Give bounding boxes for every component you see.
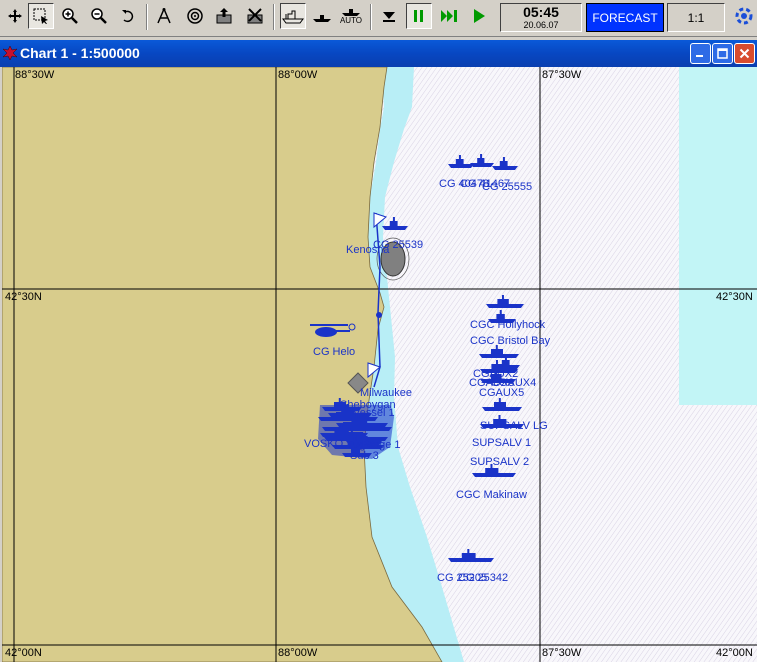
unit-label[interactable]: Sub 3 xyxy=(350,450,379,462)
unit-label[interactable]: CGAUX5 xyxy=(479,387,524,399)
unit-label[interactable]: CG 25555 xyxy=(482,181,532,193)
app-icon xyxy=(2,45,18,61)
target-icon[interactable] xyxy=(182,3,208,29)
scale-button[interactable]: 1:1 xyxy=(667,3,725,32)
ship-course-icon[interactable] xyxy=(309,3,335,29)
ship-icon[interactable] xyxy=(492,157,518,170)
lon-label-88-00-top: 88°00W xyxy=(278,69,318,81)
ship-icon[interactable] xyxy=(482,398,522,411)
play-icon[interactable] xyxy=(466,3,492,29)
close-button[interactable] xyxy=(734,43,755,64)
toolbar-separator xyxy=(370,4,372,30)
unit-label[interactable]: SUPSALV 1 xyxy=(472,437,531,449)
zoom-out-icon[interactable] xyxy=(86,3,112,29)
unit-label[interactable]: SUPSALV 2 xyxy=(470,456,529,468)
toolbar-separator xyxy=(273,4,275,30)
ship-icon[interactable] xyxy=(448,549,494,562)
unit-label[interactable]: SUPSALV LG xyxy=(480,420,548,432)
ship-icon[interactable] xyxy=(486,295,524,308)
unit-label[interactable]: Vessel 1 xyxy=(353,407,395,419)
minimize-icon xyxy=(696,55,703,57)
import-icon[interactable] xyxy=(242,3,268,29)
fast-forward-icon[interactable] xyxy=(436,3,462,29)
lat-label-42-00-left: 42°00N xyxy=(5,647,42,659)
forecast-button[interactable]: FORECAST xyxy=(586,3,664,32)
nautical-chart[interactable]: 88°30W 88°00W 87°30W 42°30N 42°30N 42°00… xyxy=(2,67,757,662)
window-title: Chart 1 - 1:500000 xyxy=(20,45,140,61)
unit-label[interactable]: CG 25539 xyxy=(373,239,423,251)
undo-icon[interactable] xyxy=(115,3,141,29)
lon-label-88-00-bottom: 88°00W xyxy=(278,647,318,659)
maximize-icon xyxy=(717,48,728,59)
ship-auto-icon[interactable]: AUTO xyxy=(338,3,364,29)
unit-label[interactable]: Milwaukee xyxy=(360,387,412,399)
route-icon[interactable] xyxy=(151,3,177,29)
settings-icon[interactable] xyxy=(731,3,757,29)
chart-window-titlebar[interactable]: Chart 1 - 1:500000 xyxy=(0,40,757,67)
down-arrow-icon[interactable] xyxy=(376,3,402,29)
close-icon xyxy=(739,48,750,59)
ship-icon[interactable] xyxy=(448,155,474,168)
clock-time: 05:45 xyxy=(523,4,559,20)
zoom-in-icon[interactable] xyxy=(57,3,83,29)
unit-label[interactable]: VOSKO xyxy=(304,438,343,450)
unit-label[interactable]: CGC Hollyhock xyxy=(470,319,545,331)
pause-icon[interactable] xyxy=(406,3,432,29)
ship-heading-icon[interactable] xyxy=(280,3,306,29)
lat-label-42-00-right: 42°00N xyxy=(716,647,753,659)
move-icon[interactable] xyxy=(2,3,28,29)
maximize-button[interactable] xyxy=(712,43,733,64)
unit-label[interactable]: CGC Makinaw xyxy=(456,489,527,501)
lon-label-88-30-top: 88°30W xyxy=(15,69,55,81)
ship-icon[interactable] xyxy=(470,154,494,167)
ships-layer xyxy=(318,154,524,562)
simulation-clock: 05:45 20.06.07 xyxy=(500,3,582,32)
unit-label[interactable]: CGC Bristol Bay xyxy=(470,335,550,347)
unit-label[interactable]: CG 25342 xyxy=(458,572,508,584)
main-toolbar: AUTO 05:45 20.06.07 FORECAST 1:1 xyxy=(0,0,757,37)
ship-icon[interactable] xyxy=(382,217,408,230)
unit-label[interactable]: CG Helo xyxy=(313,346,355,358)
lon-label-87-30-bottom: 87°30W xyxy=(542,647,582,659)
toolbar-separator xyxy=(146,4,148,30)
auto-label: AUTO xyxy=(339,16,363,25)
export-icon[interactable] xyxy=(211,3,237,29)
select-zoom-icon[interactable] xyxy=(28,3,54,29)
lat-label-42-30-left: 42°30N xyxy=(5,291,42,303)
clock-date: 20.06.07 xyxy=(523,20,559,30)
lat-label-42-30-right: 42°30N xyxy=(716,291,753,303)
lon-label-87-30-top: 87°30W xyxy=(542,69,582,81)
minimize-button[interactable] xyxy=(690,43,711,64)
